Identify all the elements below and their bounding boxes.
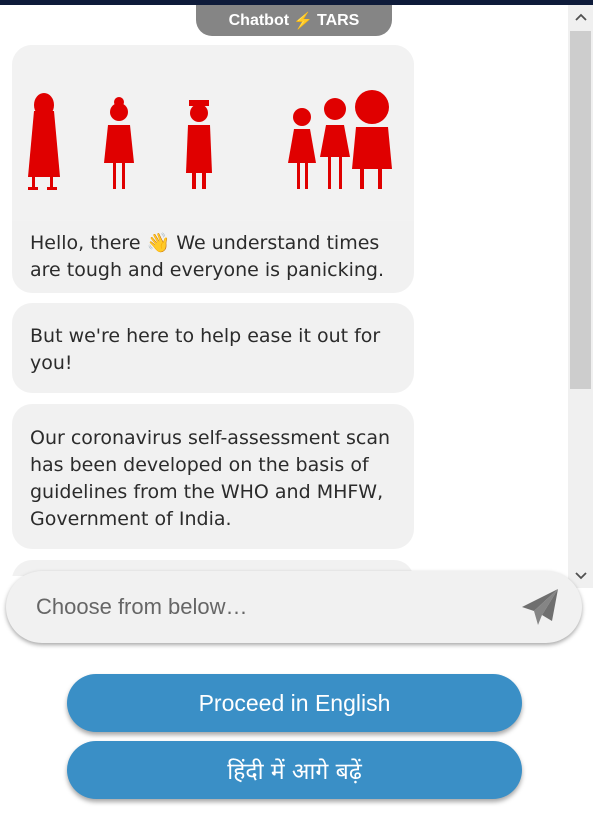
greeting-text-start: Hello, there: [30, 232, 141, 254]
proceed-hindi-button[interactable]: हिंदी में आगे बढ़ें: [67, 741, 522, 799]
message-bubble-help: But we're here to help ease it out for y…: [12, 303, 414, 393]
scroll-up-icon[interactable]: [568, 5, 593, 29]
composer: [6, 571, 582, 643]
badge-label-tars: TARS: [316, 11, 360, 29]
lightning-bolt-icon: ⚡: [293, 12, 313, 30]
message-bubble-scan-info: Our coronavirus self-assessment scan has…: [12, 404, 414, 549]
scrollbar-thumb[interactable]: [570, 31, 591, 389]
badge-label-chatbot: Chatbot: [228, 11, 290, 29]
chatbot-badge: Chatbot ⚡ TARS: [196, 5, 392, 36]
waving-hand-icon: 👋: [146, 232, 171, 254]
chat-scrollbar[interactable]: [568, 5, 593, 588]
chat-history[interactable]: Hello, there 👋 We understand times are t…: [0, 36, 568, 576]
message-input[interactable]: [36, 571, 506, 643]
proceed-english-button[interactable]: Proceed in English: [67, 674, 522, 732]
people-illustration: [12, 45, 414, 221]
message-bubble-greeting: Hello, there 👋 We understand times are t…: [12, 45, 414, 293]
paper-plane-icon[interactable]: [518, 585, 562, 629]
